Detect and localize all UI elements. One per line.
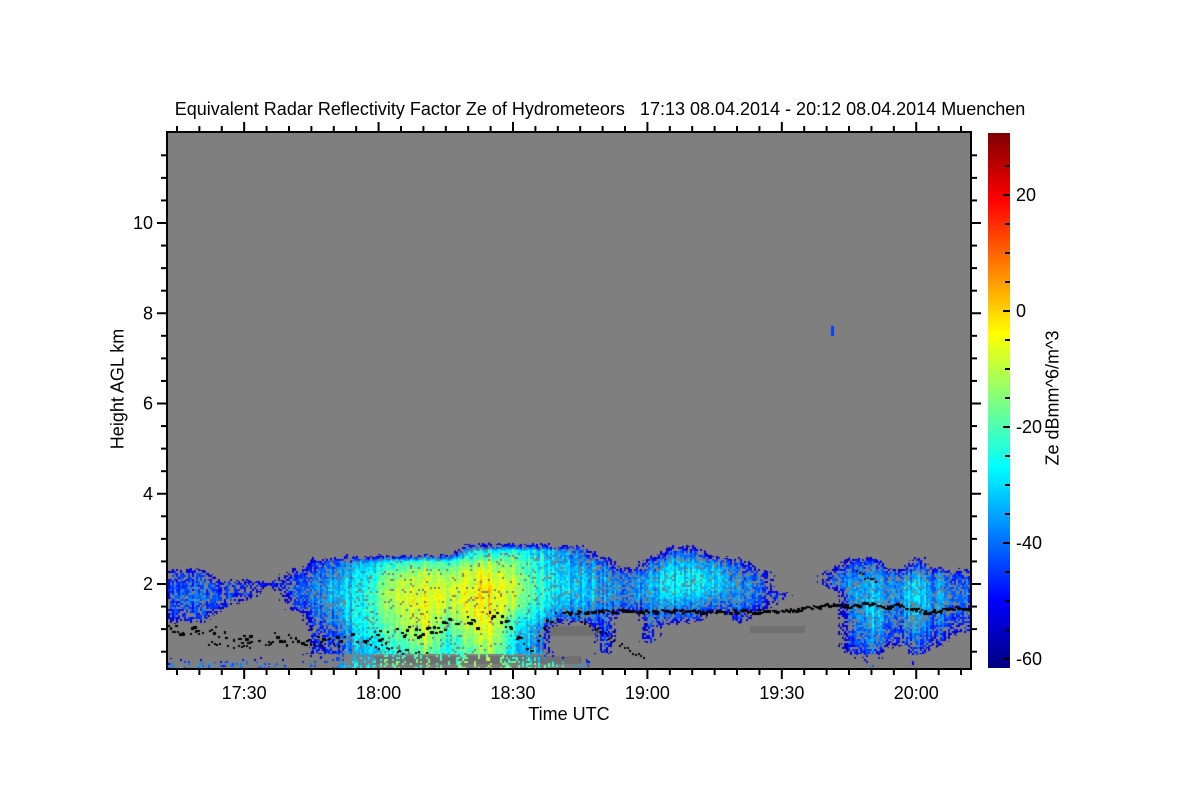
- x-tick-label: 18:30: [490, 683, 535, 703]
- y-tick-label: 2: [143, 574, 153, 594]
- x-tick-label: 18:00: [356, 683, 401, 703]
- y-tick-label: 8: [143, 303, 153, 323]
- x-axis-label: Time UTC: [528, 704, 610, 724]
- reflectivity-heatmap-canvas: [168, 133, 970, 668]
- y-tick-label: 4: [143, 484, 153, 504]
- colorbar-gradient: [988, 133, 1010, 668]
- colorbar-tick-label: 20: [1016, 185, 1036, 205]
- x-tick-label: 19:30: [759, 683, 804, 703]
- radar-reflectivity-plot-page: Equivalent Radar Reflectivity Factor Ze …: [0, 0, 1200, 800]
- colorbar-tick-label: 0: [1016, 301, 1026, 321]
- y-axis-label: Height AGL km: [107, 328, 128, 450]
- colorbar-tick-label: -40: [1016, 533, 1042, 553]
- y-tick-label: 6: [143, 394, 153, 414]
- chart-title: Equivalent Radar Reflectivity Factor Ze …: [174, 99, 1026, 119]
- x-tick-label: 19:00: [625, 683, 670, 703]
- plot-area: [166, 131, 972, 670]
- colorbar-label: Ze dBmm^6/m^3: [1042, 330, 1063, 466]
- x-tick-label: 17:30: [222, 683, 267, 703]
- colorbar-tick-label: -20: [1016, 417, 1042, 437]
- x-tick-label: 20:00: [894, 683, 939, 703]
- colorbar-tick-label: -60: [1016, 649, 1042, 669]
- y-tick-label: 10: [133, 213, 153, 233]
